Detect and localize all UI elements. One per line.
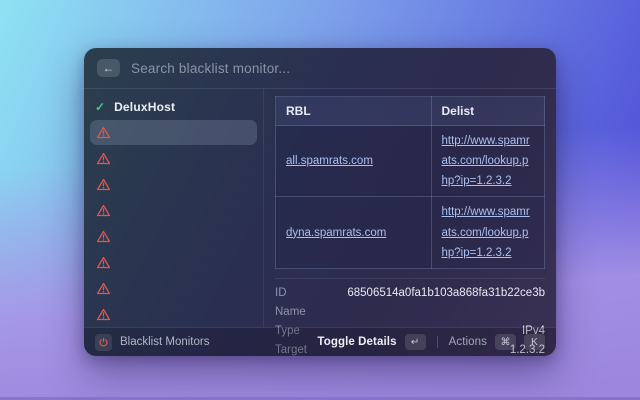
k-key-badge: K [524, 334, 545, 350]
warning-icon [96, 230, 111, 243]
metadata-row-name: Name [275, 303, 545, 322]
warning-icon [96, 308, 111, 321]
rbl-table: RBL Delist all.spamrats.com http://www.s… [275, 96, 545, 269]
blacklist-list-item[interactable] [90, 276, 257, 301]
column-header-delist: Delist [430, 96, 545, 126]
divider [436, 336, 438, 348]
extension-name-label: Blacklist Monitors [120, 336, 210, 348]
extension-icon [95, 333, 112, 351]
warning-icon [96, 178, 111, 191]
warning-icon [96, 152, 111, 165]
blacklist-list-item[interactable] [90, 198, 257, 223]
rbl-link[interactable]: dyna.spamrats.com [286, 227, 386, 239]
blacklist-list-item[interactable] [90, 224, 257, 249]
enter-key-badge: ↵ [404, 334, 426, 350]
table-header-row: RBL Delist [275, 96, 545, 126]
toggle-details-button[interactable]: Toggle Details [317, 336, 396, 348]
warning-icon [96, 126, 111, 139]
blacklist-monitor-window: ← Search blacklist monitor... ✓ DeluxHos… [84, 48, 556, 356]
metadata-row-id: ID 68506514a0fa1b103a868fa31b22ce3b [275, 284, 545, 303]
column-header-rbl: RBL [275, 96, 432, 126]
host-name-label: DeluxHost [114, 100, 176, 114]
sidebar: ✓ DeluxHost [84, 89, 264, 327]
metadata-label: ID [275, 287, 287, 300]
warning-icon [96, 256, 111, 269]
blacklist-list-item[interactable] [90, 250, 257, 275]
actions-button[interactable]: Actions [449, 336, 487, 348]
delist-link[interactable]: http://www.spamrats.com/lookup.php?ip=1.… [442, 135, 530, 187]
metadata-value: 68506514a0fa1b103a868fa31b22ce3b [347, 287, 545, 300]
search-input[interactable]: Search blacklist monitor... [131, 61, 290, 76]
desktop-background: ← Search blacklist monitor... ✓ DeluxHos… [0, 0, 640, 400]
blacklist-list-item[interactable] [90, 120, 257, 145]
warning-icon [96, 204, 111, 217]
table-row: all.spamrats.com http://www.spamrats.com… [275, 124, 545, 198]
metadata-label: Name [275, 306, 306, 319]
rbl-link[interactable]: all.spamrats.com [286, 155, 373, 167]
action-bar: Blacklist Monitors Toggle Details ↵ Acti… [84, 327, 556, 356]
blacklist-list-item[interactable] [90, 302, 257, 327]
detail-panel: RBL Delist all.spamrats.com http://www.s… [264, 89, 556, 356]
delist-link[interactable]: http://www.spamrats.com/lookup.php?ip=1.… [442, 206, 530, 258]
sidebar-list [90, 120, 257, 327]
cmd-key-badge: ⌘ [495, 334, 516, 350]
warning-icon [96, 282, 111, 295]
table-row: dyna.spamrats.com http://www.spamrats.co… [275, 196, 545, 269]
power-icon [99, 337, 108, 346]
back-button[interactable]: ← [97, 59, 120, 77]
search-bar: ← Search blacklist monitor... [84, 48, 556, 89]
sidebar-section-header: ✓ DeluxHost [90, 95, 257, 119]
blacklist-list-item[interactable] [90, 146, 257, 171]
check-icon: ✓ [95, 100, 106, 114]
blacklist-list-item[interactable] [90, 172, 257, 197]
back-arrow-icon: ← [102, 61, 115, 75]
